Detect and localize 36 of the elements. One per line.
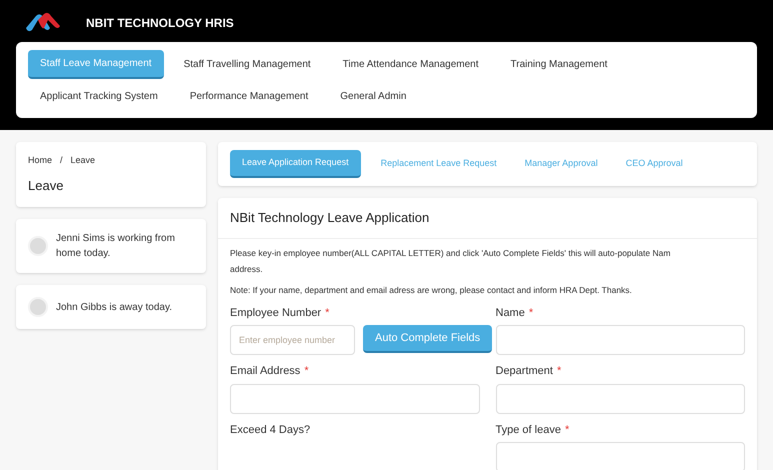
nav-tab[interactable]: General Admin xyxy=(328,83,418,110)
note-text: Note: If your name, department and email adress are wrong, please contact and inform HRA Dept. Thanks. xyxy=(230,284,633,297)
input-field[interactable] xyxy=(496,442,745,470)
field-label: Type of leave xyxy=(496,422,561,438)
breadcrumb-separator: / xyxy=(60,154,63,167)
instruction-text: address. xyxy=(230,263,264,276)
form-title: NBit Technology Leave Application xyxy=(230,210,430,224)
status-text: John Gibbs is away today. xyxy=(56,300,172,314)
required-mark: * xyxy=(325,306,330,321)
input-field[interactable] xyxy=(496,384,745,414)
required-mark: * xyxy=(528,306,534,321)
field-label: Exceed 4 Days? xyxy=(230,422,310,438)
nav-tab[interactable]: Training Management xyxy=(498,51,620,78)
required-mark: * xyxy=(564,422,570,438)
field-label: Email Address xyxy=(230,364,300,380)
field-label: Name xyxy=(496,306,525,321)
required-mark: * xyxy=(304,364,309,380)
required-mark: * xyxy=(556,364,562,380)
input-field[interactable] xyxy=(496,325,745,356)
field-label: Employee Number xyxy=(230,306,322,321)
app-title: NBIT TECHNOLOGY HRIS xyxy=(86,15,234,32)
nav-tab[interactable]: Performance Management xyxy=(178,83,320,110)
page-title: Leave xyxy=(28,176,64,194)
nav-tab[interactable]: Applicant Tracking System xyxy=(28,83,170,110)
status-text: Jenni Sims is working from home today. xyxy=(56,232,176,261)
nav-tab[interactable]: Staff Travelling Management xyxy=(172,51,323,78)
breadcrumb-link[interactable]: Leave xyxy=(70,154,96,168)
breadcrumb-link[interactable]: Home xyxy=(28,154,52,168)
avatar-icon xyxy=(28,236,48,256)
instruction-text: Please key-in employee number(ALL CAPITAL LETTER) and click 'Auto Complete Fields' this will auto-populate Nam xyxy=(230,246,672,260)
field-label: Department xyxy=(496,364,553,380)
input-field[interactable]: Enter employee number xyxy=(230,325,355,356)
input-field[interactable] xyxy=(230,384,480,414)
nav-tab[interactable]: Time Attendance Management xyxy=(330,51,490,78)
avatar-icon xyxy=(28,297,48,317)
logo-icon xyxy=(24,12,62,34)
